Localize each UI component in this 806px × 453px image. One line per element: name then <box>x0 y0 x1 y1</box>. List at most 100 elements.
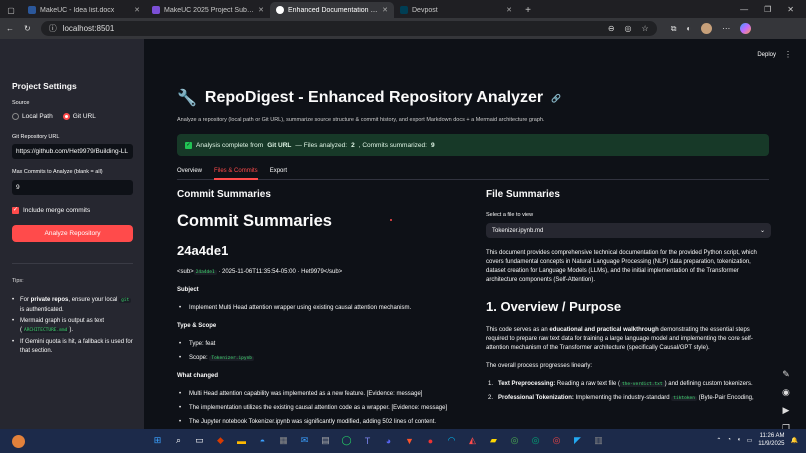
file-select[interactable]: Tokenizer.ipynb.md ⌄ <box>486 223 771 238</box>
back-icon[interactable]: ← <box>6 24 14 33</box>
max-commits-input[interactable]: 9 <box>12 180 133 195</box>
outlook-icon[interactable]: ✉ <box>297 433 312 448</box>
clock[interactable]: 11:26 AM 11/9/2025 <box>758 432 784 448</box>
battery-icon[interactable]: ▭ <box>747 437 753 444</box>
list-item: The Jupyter notebook Tokenizer.ipynb was… <box>177 418 467 427</box>
reload-icon[interactable]: ↻ <box>24 24 31 33</box>
edge-icon[interactable]: ◓ <box>255 433 270 448</box>
streamlit-taskbar-icon[interactable]: ◭ <box>465 433 480 448</box>
minimize-icon[interactable]: — <box>740 5 748 14</box>
deploy-button[interactable]: Deploy <box>757 52 776 58</box>
browser-tab-strip: ▢ MakeUC - Idea list.docx ✕ MakeUC 2025 … <box>0 0 806 18</box>
extensions-inline-icon[interactable]: ◎ <box>625 24 632 33</box>
source-label: Source <box>12 100 30 106</box>
discord-icon[interactable]: ◕ <box>381 433 396 448</box>
chrome-icon[interactable]: ◎ <box>507 433 522 448</box>
radio-label: Local Path <box>22 113 53 121</box>
alert-text: Analysis complete from <box>196 141 264 149</box>
overview-heading: 1. Overview / Purpose <box>486 299 622 314</box>
step-code: tiktoken <box>671 396 697 401</box>
video-icon[interactable]: ▶ <box>783 405 790 416</box>
profile-sync-icon[interactable]: ◐ <box>686 24 691 33</box>
teams-icon[interactable]: T <box>360 433 375 448</box>
sidebar: Project Settings Source Local Path Git U… <box>0 39 144 429</box>
chrome-alt-icon[interactable]: ◎ <box>549 433 564 448</box>
file-explorer-icon[interactable]: ▬ <box>234 433 249 448</box>
extensions-icon[interactable]: ⧉ <box>671 24 677 34</box>
step-text: Reading a raw text file ( <box>555 381 620 387</box>
analyze-repository-button[interactable]: Analyze Repository <box>12 225 133 242</box>
include-merge-checkbox[interactable]: ✓ Include merge commits <box>12 207 90 214</box>
browser-tab-4[interactable]: Devpost ✕ <box>394 2 518 18</box>
tip-code: ARCHITECTURE.mmd <box>22 327 70 333</box>
close-icon[interactable]: ✕ <box>258 6 264 14</box>
weather-widget-icon[interactable] <box>12 435 25 448</box>
scope-code: Tokenizer.ipynb <box>209 356 254 361</box>
radio-selected-icon <box>62 113 70 120</box>
tips-list: For private repos, ensure your local git… <box>12 296 136 358</box>
browser-tab-2[interactable]: MakeUC 2025 Project Submission ✕ <box>146 2 270 18</box>
tab-files-commits[interactable]: Files & Commits <box>214 166 258 180</box>
anchor-link-icon[interactable]: 🔗 <box>551 94 561 103</box>
pencil-icon[interactable]: ✎ <box>782 369 790 380</box>
select-file-label: Select a file to view <box>486 212 534 218</box>
chrome-profile-icon[interactable]: ◎ <box>528 433 543 448</box>
maximize-icon[interactable]: ❐ <box>764 5 771 14</box>
search-icon[interactable]: ⌕ <box>171 433 186 448</box>
check-icon: ✓ <box>12 207 19 214</box>
files-count: 2 <box>351 141 355 149</box>
azure-icon[interactable]: ◠ <box>444 433 459 448</box>
whatsapp-icon[interactable]: ◯ <box>339 433 354 448</box>
type-scope-list: Type: feat Scope: Tokenizer.ipynb <box>177 340 467 363</box>
app-icon[interactable]: ● <box>423 433 438 448</box>
app-menu-icon[interactable]: ⋮ <box>784 50 792 59</box>
tab-overview[interactable]: Overview <box>177 166 202 180</box>
browser-tab-3[interactable]: Enhanced Documentation Genera ✕ <box>270 2 394 18</box>
tab-label: Devpost <box>412 6 438 14</box>
close-window-icon[interactable]: ✕ <box>787 5 794 14</box>
office-icon[interactable]: ◆ <box>213 433 228 448</box>
radio-git-url[interactable]: Git URL <box>62 113 96 120</box>
commit-meta: <sub> 24a4de1 · 2025-11-06T11:35:54-05:00… <box>177 268 467 277</box>
app-grid-icon[interactable]: ▥ <box>591 433 606 448</box>
tip-text: For <box>20 297 31 303</box>
browser-menu-icon[interactable]: ⋯ <box>722 24 730 33</box>
windows-start-icon[interactable]: ⊞ <box>150 433 165 448</box>
sticky-notes-icon[interactable]: ▰ <box>486 433 501 448</box>
terminal-icon[interactable]: ▤ <box>318 433 333 448</box>
tab-export[interactable]: Export <box>270 166 287 180</box>
url-field[interactable]: ⓘ localhost:8501 ⊖ ◎ ☆ <box>40 21 657 36</box>
volume-icon[interactable]: ◖ <box>737 437 741 443</box>
what-changed-list: Multi Head attention capability was impl… <box>177 390 467 427</box>
git-url-input[interactable]: https://github.com/Het9979/Building-LL <box>12 144 133 159</box>
notifications-icon[interactable]: 🔔 <box>791 437 798 444</box>
close-icon[interactable]: ✕ <box>134 6 140 14</box>
site-info-icon[interactable]: ⓘ <box>49 23 57 34</box>
copilot-icon[interactable] <box>740 23 752 34</box>
streamlit-icon <box>276 6 284 14</box>
alert-bold: Git URL <box>267 141 292 149</box>
commits-count: 9 <box>430 141 435 149</box>
bookmark-star-icon[interactable]: ☆ <box>642 24 649 33</box>
tray-chevron-icon[interactable]: ⌃ <box>716 437 721 444</box>
list-item: Multi Head attention capability was impl… <box>177 390 467 399</box>
radio-local-path[interactable]: Local Path <box>12 113 53 120</box>
vscode-icon[interactable]: ◤ <box>570 433 585 448</box>
tab-actions-icon[interactable]: ▢ <box>0 2 22 18</box>
brave-icon[interactable]: ▼ <box>402 433 417 448</box>
close-icon[interactable]: ✕ <box>382 6 388 14</box>
page-title: 🔧 RepoDigest - Enhanced Repository Analy… <box>177 88 561 108</box>
process-steps: Text Preprocessing: Reading a raw text f… <box>486 380 771 403</box>
clock-date: 11/9/2025 <box>758 441 785 447</box>
overview-bold: educational and practical walkthrough <box>549 327 659 333</box>
camera-icon[interactable]: ◉ <box>782 387 790 398</box>
task-view-icon[interactable]: ▭ <box>192 433 207 448</box>
store-icon[interactable]: ▦ <box>276 433 291 448</box>
subject-list: Implement Multi Head attention wrapper u… <box>177 304 467 313</box>
avatar[interactable] <box>701 23 713 34</box>
close-icon[interactable]: ✕ <box>506 6 512 14</box>
new-tab-button[interactable]: + <box>518 2 538 18</box>
zoom-icon[interactable]: ⊖ <box>608 24 615 33</box>
browser-tab-1[interactable]: MakeUC - Idea list.docx ✕ <box>22 2 146 18</box>
wifi-icon[interactable]: ◔ <box>727 437 731 443</box>
